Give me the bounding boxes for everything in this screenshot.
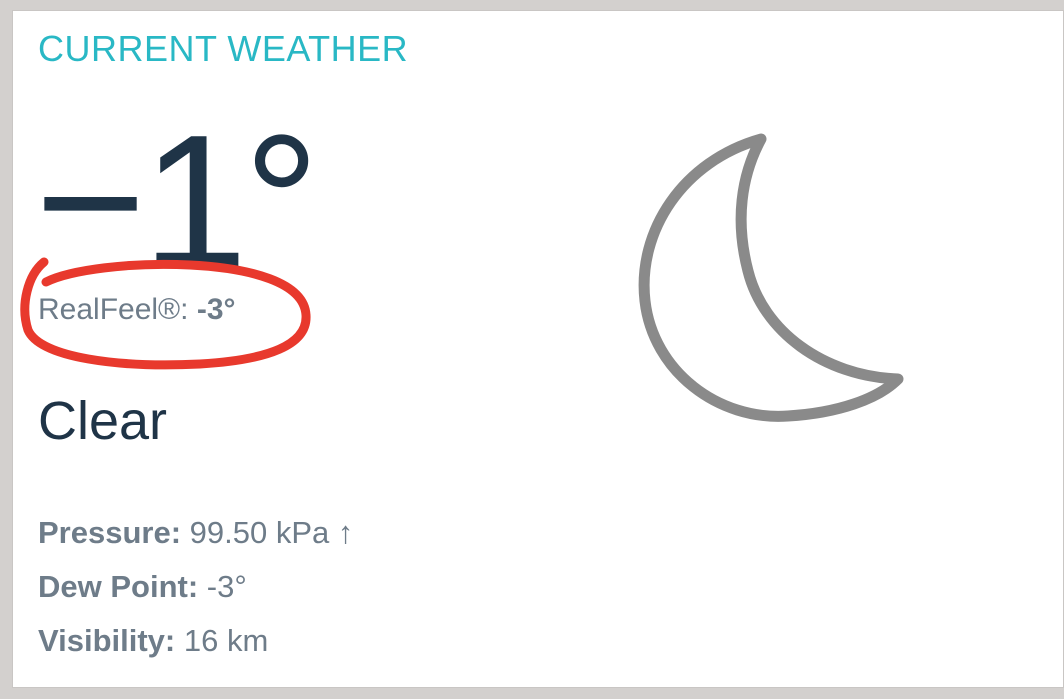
detail-visibility: Visibility: 16 km <box>38 614 353 668</box>
realfeel-value: -3° <box>196 293 236 326</box>
moon-icon <box>638 133 904 422</box>
detail-value: 16 km <box>183 623 269 658</box>
realfeel: RealFeel®: -3° <box>38 295 236 325</box>
detail-label: Visibility: <box>38 623 176 658</box>
realfeel-label: RealFeel®: <box>38 293 189 326</box>
detail-label: Dew Point: <box>38 569 199 604</box>
weather-details: Pressure: 99.50 kPa ↑ Dew Point: -3° Vis… <box>38 506 353 668</box>
current-temperature: −1° <box>35 96 320 308</box>
detail-value: 99.50 kPa ↑ <box>189 515 354 550</box>
card-title: CURRENT WEATHER <box>38 28 409 69</box>
detail-label: Pressure: <box>38 515 182 550</box>
weather-condition: Clear <box>38 391 168 451</box>
detail-value: -3° <box>206 569 247 604</box>
detail-dew-point: Dew Point: -3° <box>38 560 353 614</box>
weather-card: CURRENT WEATHER −1° RealFeel®: -3° Clear… <box>12 10 1064 688</box>
detail-pressure: Pressure: 99.50 kPa ↑ <box>38 506 353 560</box>
